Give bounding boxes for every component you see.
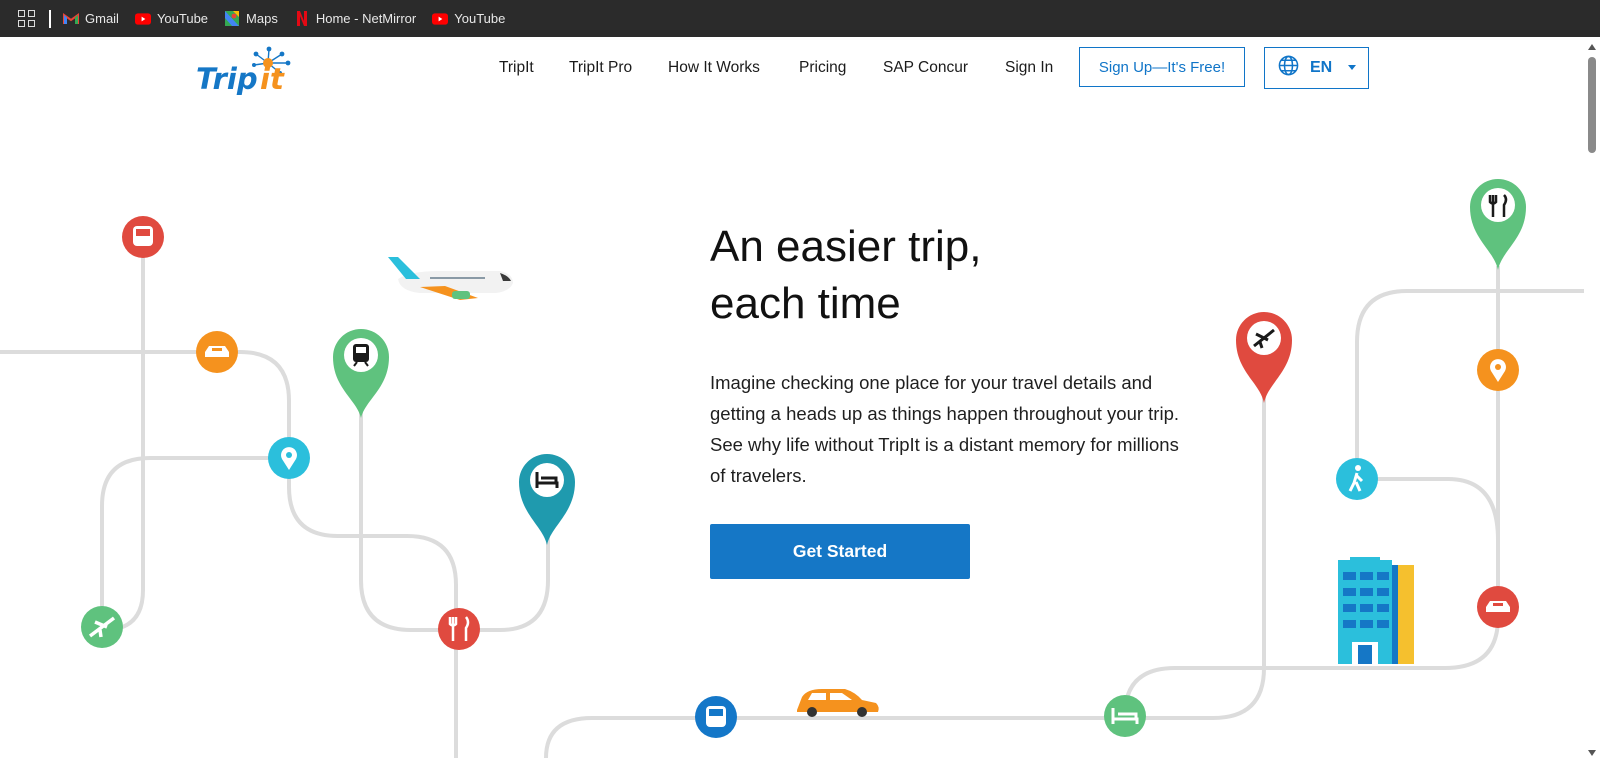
signup-button[interactable]: Sign Up—It's Free!	[1079, 47, 1245, 87]
get-started-button[interactable]: Get Started	[710, 524, 970, 579]
restaurant-circle-icon	[438, 608, 480, 650]
bus-circle-icon	[122, 216, 164, 258]
bookmark-youtube[interactable]: YouTube	[134, 11, 209, 27]
nav-link-sign-in[interactable]: Sign In	[1005, 59, 1053, 77]
gmail-icon	[63, 11, 79, 27]
bookmark-label: YouTube	[454, 11, 506, 26]
youtube-icon	[134, 11, 151, 27]
bookmark-label: YouTube	[156, 11, 209, 26]
bookmark-maps[interactable]: Maps	[224, 11, 278, 27]
language-label: EN	[1310, 59, 1333, 76]
nav-link-sap-concur[interactable]: SAP Concur	[883, 59, 968, 77]
nav-link-how-it-works[interactable]: How It Works	[668, 59, 760, 77]
flight-circle-icon	[81, 606, 123, 648]
walking-circle-icon	[1336, 458, 1378, 500]
hero-title-line-1: An easier trip,	[710, 222, 982, 271]
svg-text:it: it	[260, 62, 285, 95]
airplane-illustration	[388, 257, 513, 300]
train-pin-icon	[333, 329, 389, 418]
scroll-up-arrow-icon[interactable]	[1588, 44, 1596, 50]
maps-icon	[224, 11, 240, 27]
tripit-logo[interactable]: Trip it	[196, 43, 302, 96]
netflix-icon	[294, 11, 310, 27]
nav-link-tripit[interactable]: TripIt	[499, 59, 534, 77]
hero-description: Imagine checking one place for your trav…	[710, 372, 1180, 486]
hero-title-line-2: each time	[710, 279, 901, 328]
bookmark-label: Home - NetMirror	[315, 11, 417, 26]
language-selector[interactable]: EN	[1264, 47, 1369, 89]
hero-title: An easier trip, each time	[710, 218, 1130, 332]
location-circle-icon	[1477, 349, 1519, 391]
page-scrollbar[interactable]	[1584, 37, 1600, 758]
nav-link-tripit-pro[interactable]: TripIt Pro	[569, 59, 632, 77]
scroll-down-arrow-icon[interactable]	[1588, 750, 1596, 756]
bookmark-label: Gmail	[85, 11, 119, 26]
hotel-circle-icon	[1104, 695, 1146, 737]
flight-pin-icon	[1236, 312, 1292, 403]
nav-link-pricing[interactable]: Pricing	[799, 59, 846, 77]
car-circle-icon	[196, 331, 238, 373]
bus-circle-icon	[695, 696, 737, 738]
globe-icon	[1278, 55, 1299, 81]
youtube-icon	[432, 11, 449, 27]
chevron-down-icon	[1348, 65, 1356, 70]
bookmark-label: Maps	[246, 11, 278, 26]
location-circle-icon	[268, 437, 310, 479]
taxi-car-illustration	[797, 689, 879, 717]
svg-text:Trip: Trip	[196, 62, 258, 95]
bookmark-youtube[interactable]: YouTube	[432, 11, 505, 27]
scrollbar-thumb[interactable]	[1588, 57, 1596, 153]
bookmarks-bar: Gmail YouTube Maps Home - NetMirror YouT…	[0, 0, 1600, 37]
bookmark-gmail[interactable]: Gmail	[63, 11, 119, 27]
restaurant-pin-icon	[1470, 179, 1526, 270]
bookmarks-divider	[49, 9, 51, 28]
hotel-building-illustration	[1338, 557, 1414, 664]
site-header: Trip it TripIt TripIt Pro How It Works P…	[0, 37, 1584, 101]
bookmark-netmirror[interactable]: Home - NetMirror	[294, 11, 416, 27]
car-circle-icon	[1477, 586, 1519, 628]
hotel-pin-icon	[519, 454, 575, 545]
apps-grid-icon[interactable]	[18, 10, 35, 27]
